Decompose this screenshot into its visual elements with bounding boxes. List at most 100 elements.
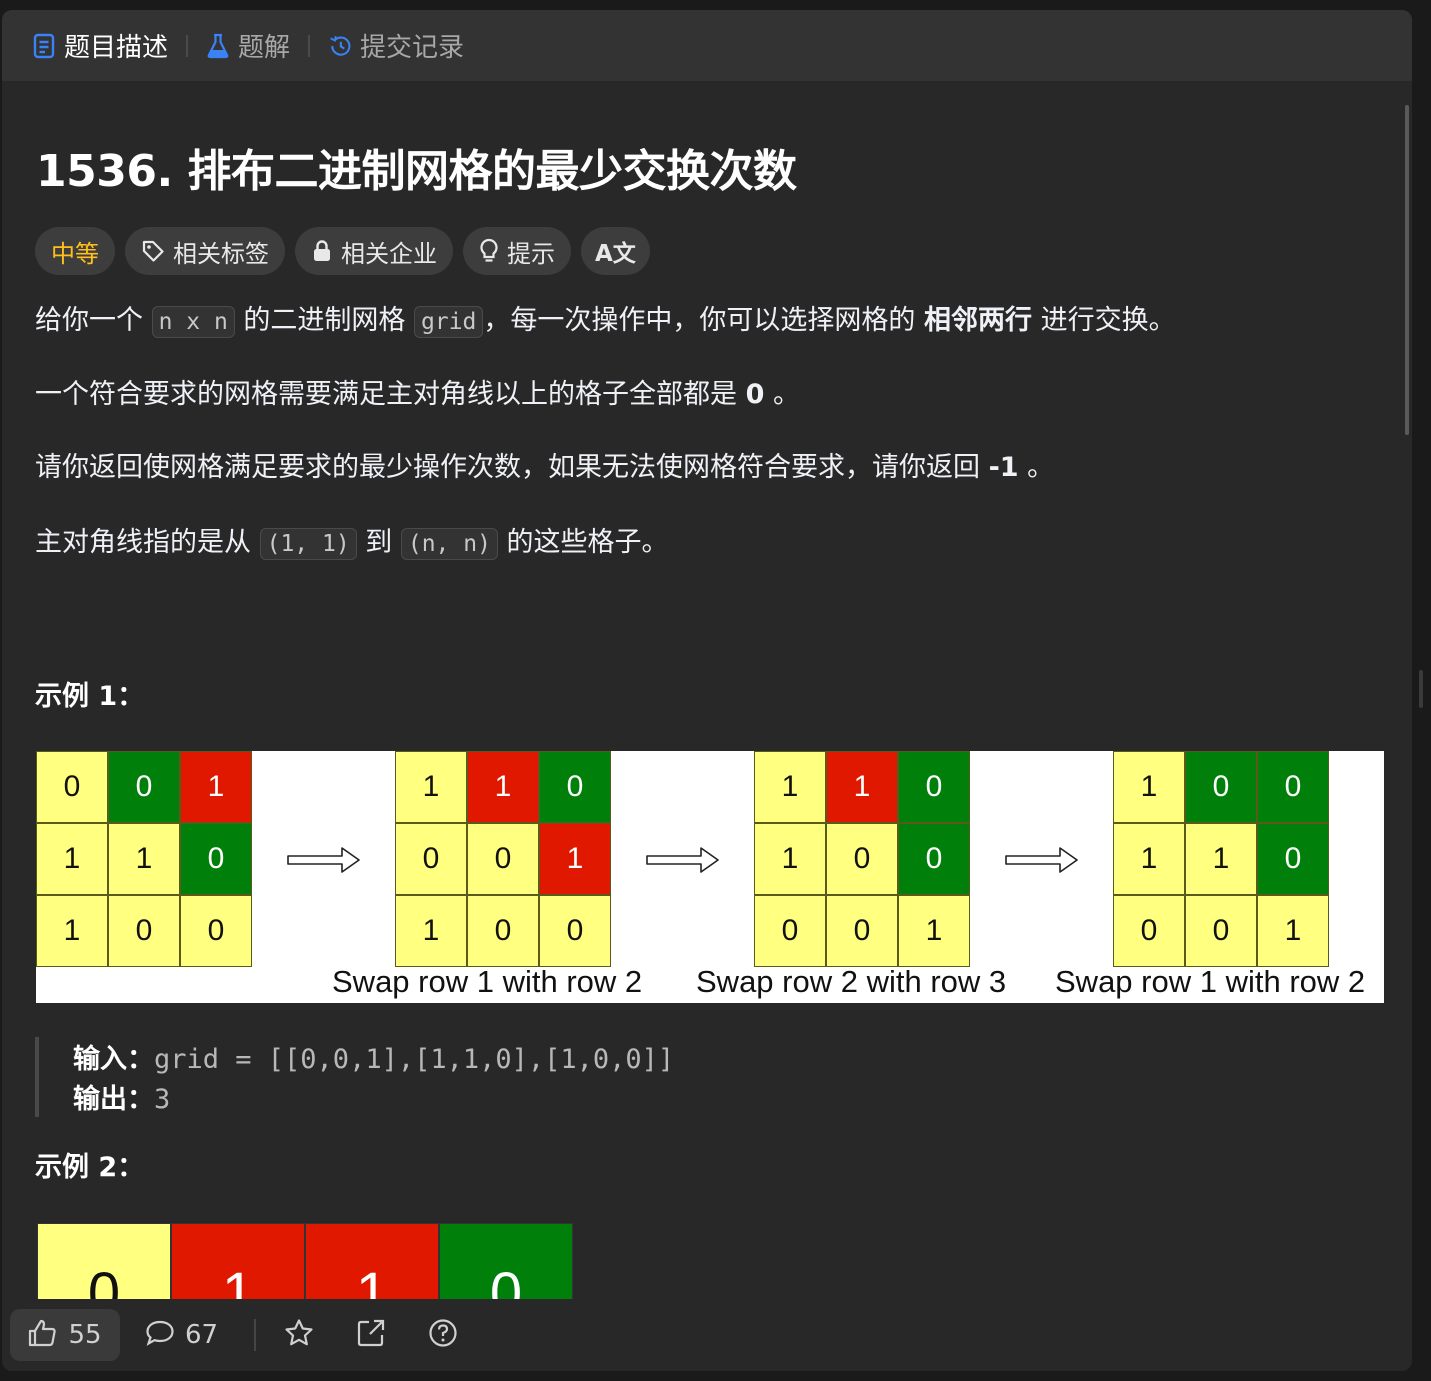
grid-cell: 1 bbox=[1185, 823, 1257, 895]
grid-cell: 0 bbox=[36, 751, 108, 823]
example-2-figure: 0110 bbox=[37, 1223, 575, 1309]
related-companies-button[interactable]: 相关企业 bbox=[295, 227, 453, 275]
grid-cell: 1 bbox=[36, 823, 108, 895]
example-1-io: 输入：grid = [[0,0,1],[1,1,0],[1,0,0]] 输出：3 bbox=[35, 1037, 839, 1117]
right-arrow-icon bbox=[287, 847, 360, 873]
grid-cell: 0 bbox=[180, 895, 252, 967]
tag-row: 中等 相关标签 相关企业 提示 A文 bbox=[35, 227, 660, 275]
right-arrow-icon bbox=[1005, 847, 1078, 873]
inline-code: grid bbox=[414, 306, 484, 338]
lock-icon bbox=[311, 239, 333, 263]
grid-cell: 1 bbox=[395, 751, 467, 823]
grid-cell: 1 bbox=[754, 751, 826, 823]
problem-panel: 题目描述 题解 提交记录 1536. 排布二进制网格的最少交换次数 中等 相关标… bbox=[2, 10, 1412, 1371]
difficulty-badge: 中等 bbox=[35, 227, 115, 275]
example-1-input: 输入：grid = [[0,0,1],[1,1,0],[1,0,0]] bbox=[73, 1044, 675, 1075]
grid-cell: 1 bbox=[305, 1223, 439, 1309]
grid-cell: 0 bbox=[754, 895, 826, 967]
grid-cell: 1 bbox=[1113, 751, 1185, 823]
flask-icon bbox=[206, 33, 230, 58]
grid-cell: 1 bbox=[898, 895, 970, 967]
tab-solutions-label: 题解 bbox=[238, 33, 291, 63]
grid-cell: 1 bbox=[180, 751, 252, 823]
grid-cell: 1 bbox=[395, 895, 467, 967]
grid-cell: 1 bbox=[36, 895, 108, 967]
tab-description[interactable]: 题目描述 bbox=[32, 10, 168, 81]
panel-resize-handle[interactable] bbox=[1419, 670, 1423, 708]
lightbulb-icon bbox=[479, 238, 499, 264]
grid-cell: 0 bbox=[467, 895, 539, 967]
related-companies-label: 相关企业 bbox=[341, 239, 437, 268]
right-arrow-icon bbox=[646, 847, 719, 873]
grid-cell: 0 bbox=[1185, 751, 1257, 823]
thumbs-up-icon bbox=[28, 1319, 58, 1351]
star-icon bbox=[284, 1318, 314, 1352]
tab-description-label: 题目描述 bbox=[64, 33, 169, 63]
comment-count: 67 bbox=[185, 1320, 219, 1350]
example-1-heading: 示例 1： bbox=[35, 681, 145, 712]
example-1-output: 输出：3 bbox=[73, 1084, 171, 1115]
problem-title: 1536. 排布二进制网格的最少交换次数 bbox=[36, 146, 797, 197]
example-2-heading: 示例 2： bbox=[35, 1152, 145, 1183]
translate-icon: A文 bbox=[595, 241, 636, 267]
hint-label: 提示 bbox=[507, 239, 555, 268]
scrollbar[interactable] bbox=[1405, 105, 1409, 435]
hint-button[interactable]: 提示 bbox=[463, 227, 571, 275]
step-caption: Swap row 1 with row 2 bbox=[332, 964, 643, 999]
favorite-button[interactable] bbox=[284, 1309, 314, 1361]
grid-cell: 0 bbox=[439, 1223, 573, 1309]
grid-cell: 0 bbox=[539, 895, 611, 967]
like-button[interactable]: 55 bbox=[10, 1309, 120, 1361]
share-button[interactable] bbox=[356, 1309, 386, 1361]
like-count: 55 bbox=[68, 1320, 102, 1350]
bottom-action-bar: 55 67 bbox=[2, 1299, 1412, 1371]
bottom-divider bbox=[254, 1319, 256, 1351]
grid-cell: 1 bbox=[539, 823, 611, 895]
grid-cell: 0 bbox=[1185, 895, 1257, 967]
translate-button[interactable]: A文 bbox=[581, 227, 650, 275]
description-paragraph-2: 一个符合要求的网格需要满足主对角线以上的格子全部都是 0 。 bbox=[35, 379, 800, 410]
tab-submissions[interactable]: 提交记录 bbox=[328, 10, 464, 81]
example-1-figure: 0 0 1 1 1 0 1 0 0 1 1 0 0 0 1 1 0 0 1 1 0 1 0 0 0 0 1 1 0 0 1 1 0 0 0 1 Swap… bbox=[36, 751, 1384, 1003]
tab-solutions[interactable]: 题解 bbox=[206, 10, 290, 81]
grid-cell: 1 bbox=[108, 823, 180, 895]
comment-icon bbox=[145, 1319, 175, 1351]
grid-cell: 0 bbox=[898, 823, 970, 895]
grid-cell: 0 bbox=[467, 823, 539, 895]
question-icon bbox=[428, 1318, 458, 1352]
grid-cell: 0 bbox=[826, 823, 898, 895]
grid-cell: 0 bbox=[1257, 823, 1329, 895]
grid-cell: 0 bbox=[108, 751, 180, 823]
step-caption: Swap row 2 with row 3 bbox=[696, 964, 1007, 999]
related-tags-button[interactable]: 相关标签 bbox=[125, 227, 285, 275]
description-paragraph-4: 主对角线指的是从 (1, 1) 到 (n, n) 的这些格子。 bbox=[35, 527, 669, 560]
grid-cell: 0 bbox=[826, 895, 898, 967]
inline-code: n x n bbox=[151, 306, 235, 338]
comments-button[interactable]: 67 bbox=[145, 1309, 218, 1361]
grid-cell: 0 bbox=[37, 1223, 171, 1309]
grid-cell: 0 bbox=[180, 823, 252, 895]
grid-cell: 1 bbox=[1257, 895, 1329, 967]
grid-cell: 0 bbox=[1113, 895, 1185, 967]
tab-bar: 题目描述 题解 提交记录 bbox=[2, 10, 1412, 81]
grid-cell: 1 bbox=[171, 1223, 305, 1309]
grid-cell: 0 bbox=[539, 751, 611, 823]
tab-divider bbox=[308, 34, 311, 57]
difficulty-label: 中等 bbox=[51, 239, 99, 268]
grid-cell: 0 bbox=[395, 823, 467, 895]
document-icon bbox=[32, 33, 56, 58]
grid-cell: 0 bbox=[108, 895, 180, 967]
grid-cell: 1 bbox=[826, 751, 898, 823]
grid-cell: 1 bbox=[1113, 823, 1185, 895]
step-caption: Swap row 1 with row 2 bbox=[1055, 964, 1366, 999]
grid-cell: 1 bbox=[467, 751, 539, 823]
description-paragraph-3: 请你返回使网格满足要求的最少操作次数，如果无法使网格符合要求，请你返回 -1 。 bbox=[35, 452, 1055, 483]
tab-divider bbox=[186, 34, 189, 57]
help-button[interactable] bbox=[428, 1309, 458, 1361]
history-icon bbox=[328, 34, 352, 58]
grid-cell: 1 bbox=[754, 823, 826, 895]
share-icon bbox=[356, 1318, 386, 1352]
related-tags-label: 相关标签 bbox=[173, 239, 269, 268]
inline-code: (1, 1) bbox=[259, 528, 357, 560]
tab-submissions-label: 提交记录 bbox=[360, 33, 465, 63]
